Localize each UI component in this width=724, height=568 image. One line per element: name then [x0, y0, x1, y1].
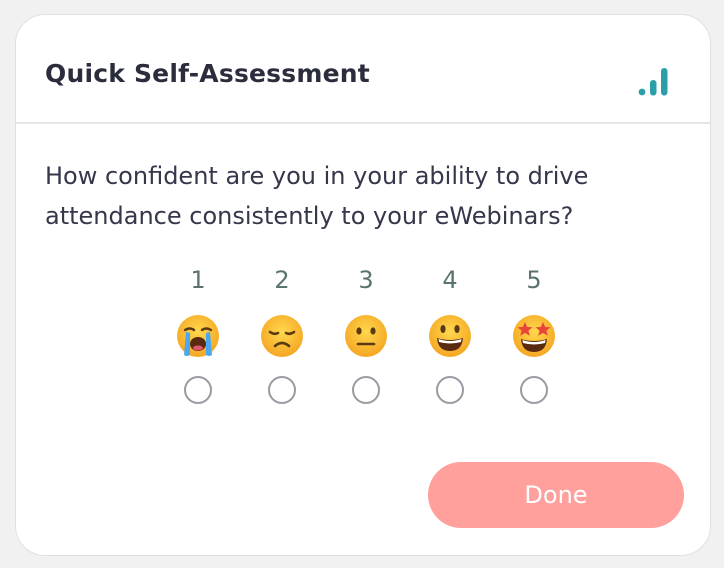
rating-radio-3[interactable] [352, 376, 380, 404]
grinning-face-icon [429, 315, 471, 357]
rating-number: 2 [274, 266, 290, 294]
card-title: Quick Self-Assessment [45, 59, 370, 88]
star-struck-face-icon [513, 315, 555, 357]
assessment-card: Quick Self-Assessment How confident are … [15, 14, 711, 556]
rating-number: 4 [442, 266, 458, 294]
disappointed-face-icon [261, 315, 303, 357]
rating-scale: 1 2 3 4 5 [156, 265, 576, 415]
done-button[interactable]: Done [428, 462, 684, 528]
rating-radio-5[interactable] [520, 376, 548, 404]
rating-number: 1 [190, 266, 206, 294]
rating-number: 3 [358, 266, 374, 294]
signal-bars-icon [638, 68, 668, 96]
question-text: How confident are you in your ability to… [45, 162, 589, 230]
rating-option-3[interactable]: 3 [324, 265, 408, 415]
rating-number: 5 [526, 266, 542, 294]
rating-option-1[interactable]: 1 [156, 265, 240, 415]
rating-radio-2[interactable] [268, 376, 296, 404]
rating-option-5[interactable]: 5 [492, 265, 576, 415]
neutral-face-icon [345, 315, 387, 357]
card-header: Quick Self-Assessment [16, 15, 710, 124]
rating-option-4[interactable]: 4 [408, 265, 492, 415]
rating-radio-1[interactable] [184, 376, 212, 404]
loudly-crying-face-icon [177, 315, 219, 357]
rating-option-2[interactable]: 2 [240, 265, 324, 415]
rating-radio-4[interactable] [436, 376, 464, 404]
